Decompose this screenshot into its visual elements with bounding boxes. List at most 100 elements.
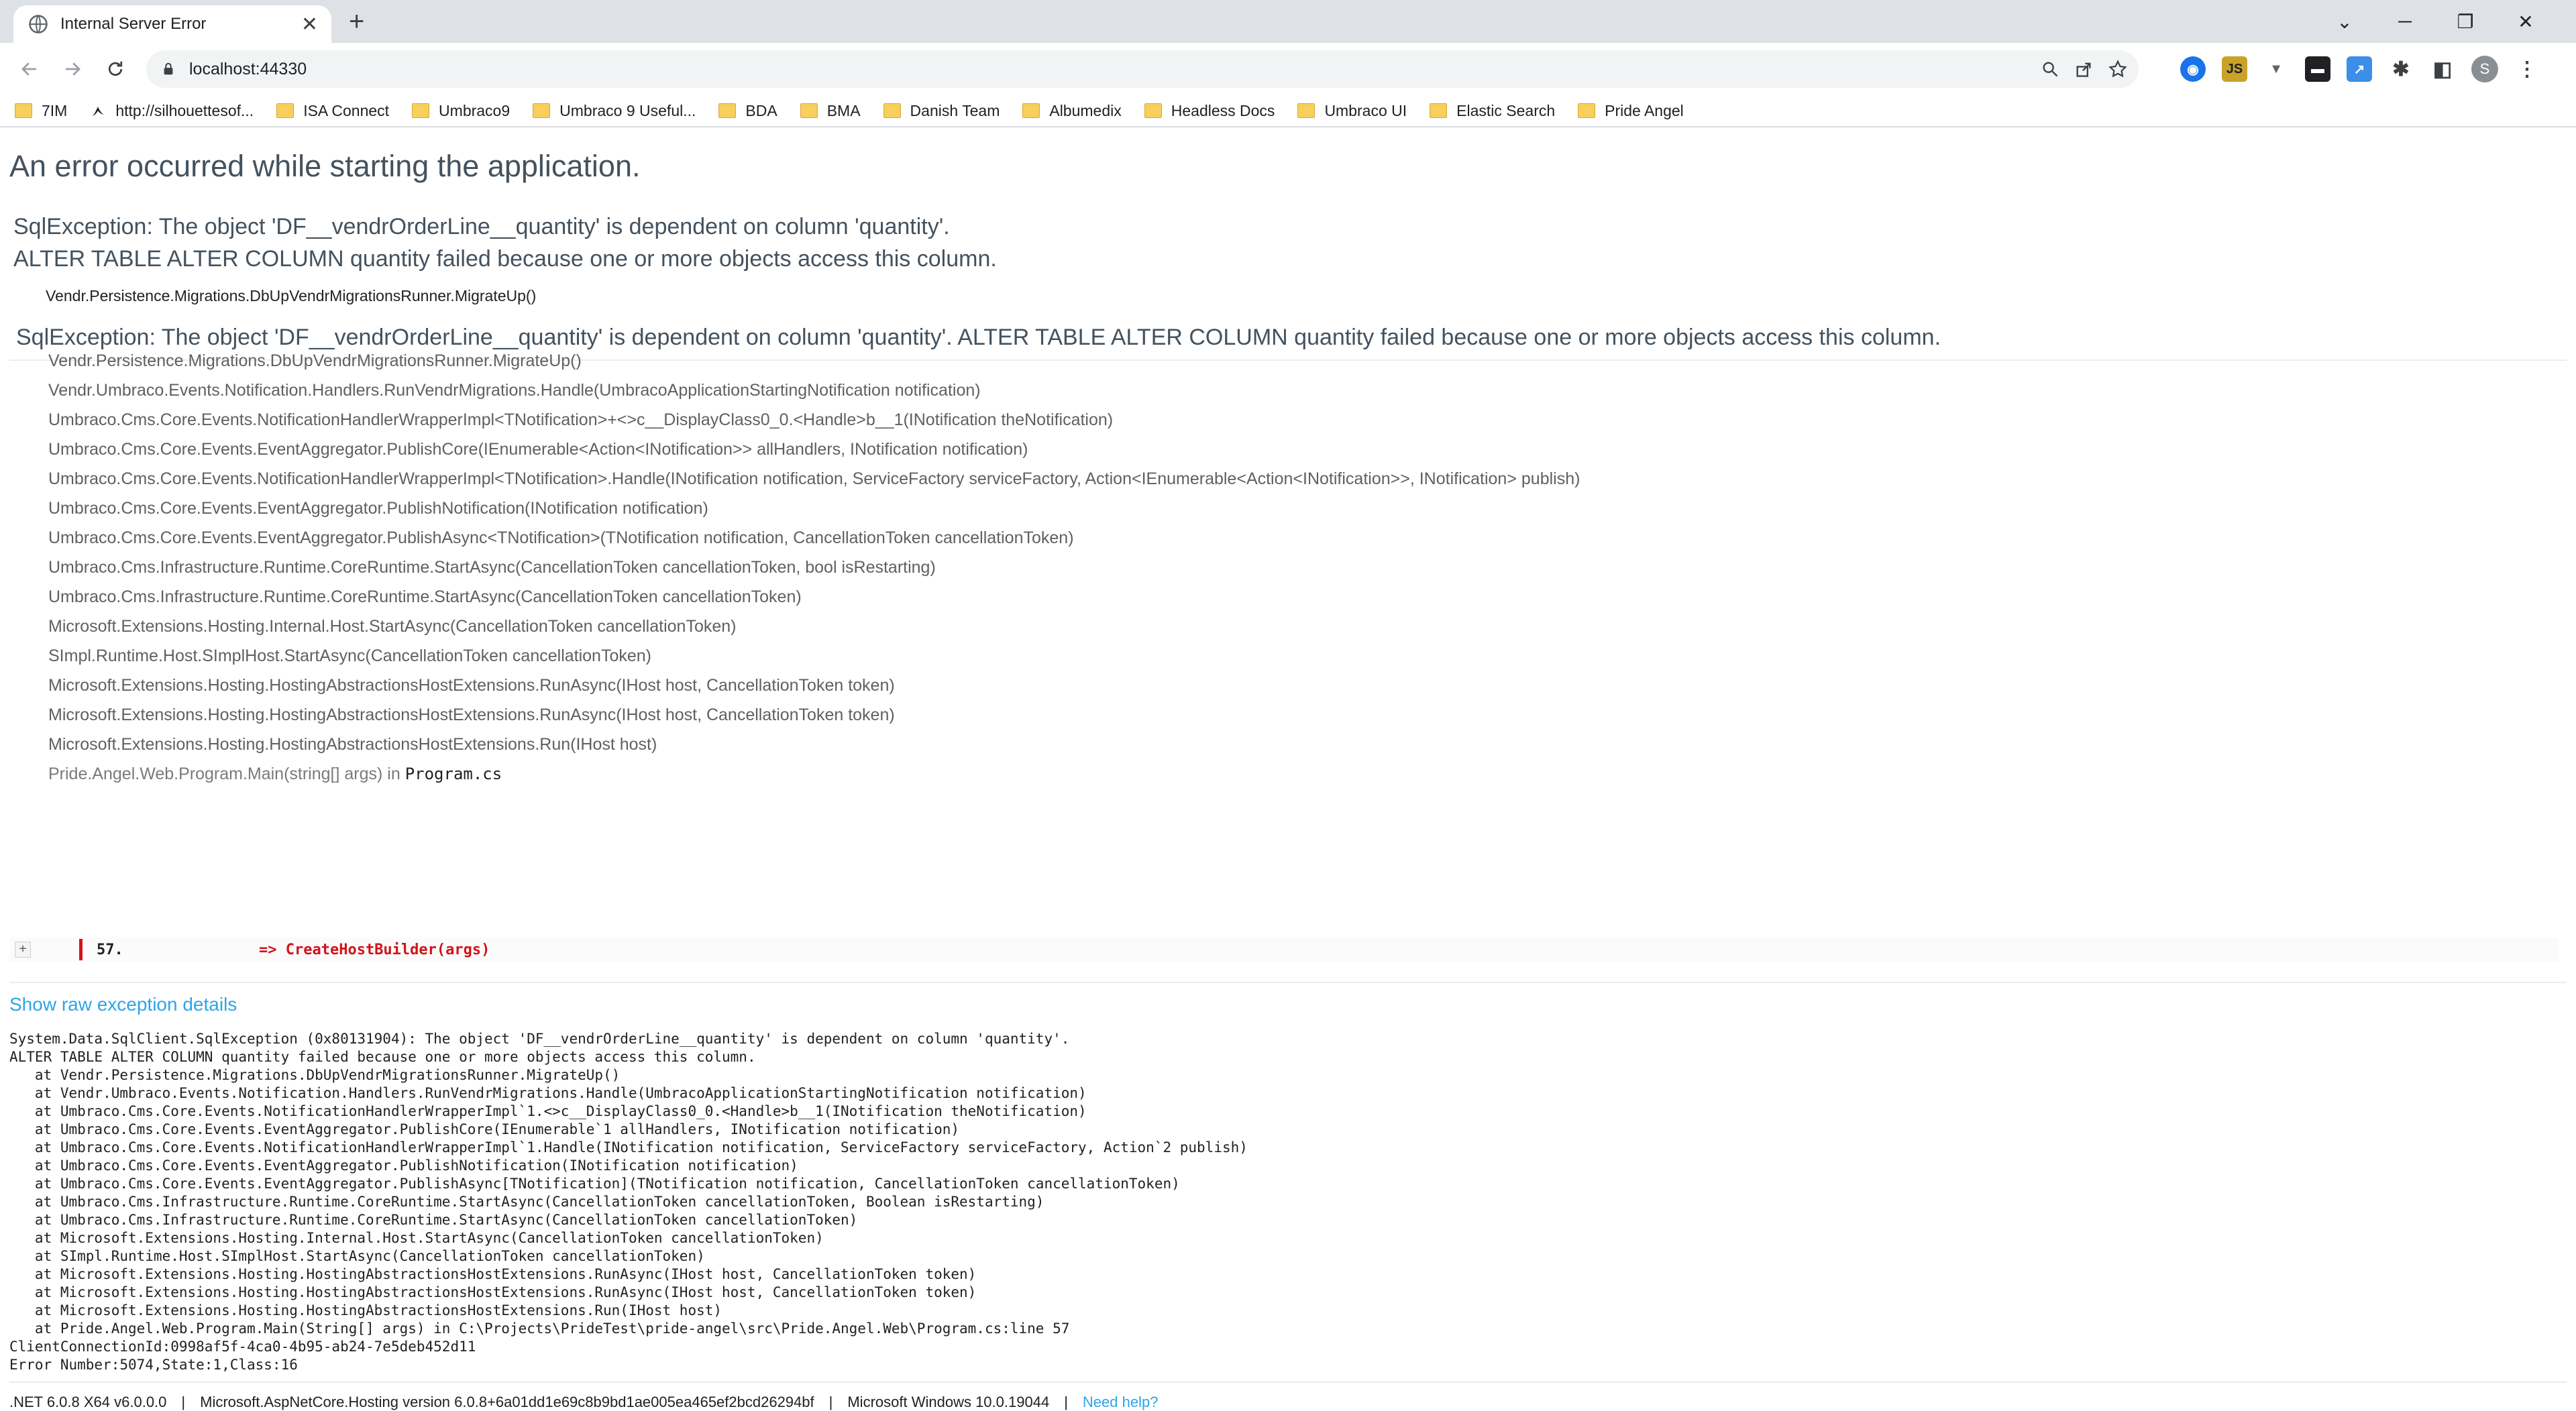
bookmark-label: Umbraco UI bbox=[1324, 101, 1407, 119]
raw-exception-line: at Umbraco.Cms.Infrastructure.Runtime.Co… bbox=[9, 1212, 858, 1228]
exception-message: SqlException: The object 'DF__vendrOrder… bbox=[13, 211, 997, 275]
stack-frame: Umbraco.Cms.Infrastructure.Runtime.CoreR… bbox=[48, 558, 936, 577]
bookmark-label: Umbraco 9 Useful... bbox=[559, 101, 696, 119]
close-tab-icon[interactable]: ✕ bbox=[301, 13, 318, 36]
side-panel-icon[interactable]: ◧ bbox=[2430, 56, 2455, 82]
bookmark-label: Danish Team bbox=[910, 101, 1000, 119]
extensions-row: ◉ JS ▼ ▬ ↗ ✱ ◧ S ⋮ bbox=[2180, 50, 2540, 88]
folder-icon bbox=[800, 103, 818, 118]
folder-icon bbox=[1144, 103, 1162, 118]
url-text[interactable]: localhost:44330 bbox=[189, 60, 307, 79]
minimize-icon[interactable]: ─ bbox=[2375, 0, 2435, 43]
browser-tab[interactable]: Internal Server Error ✕ bbox=[13, 5, 331, 43]
error-line-marker bbox=[79, 939, 83, 960]
stack-frame: Umbraco.Cms.Core.Events.NotificationHand… bbox=[48, 469, 1580, 488]
raw-exception-line: at SImpl.Runtime.Host.SImplHost.StartAsy… bbox=[9, 1248, 705, 1264]
stack-frame: Microsoft.Extensions.Hosting.HostingAbst… bbox=[48, 706, 895, 724]
raw-exception-line: at Umbraco.Cms.Core.Events.EventAggregat… bbox=[9, 1158, 798, 1174]
raw-exception-line: at Vendr.Umbraco.Events.Notification.Han… bbox=[9, 1085, 1087, 1101]
stack-frame: Umbraco.Cms.Core.Events.NotificationHand… bbox=[48, 410, 1114, 429]
stack-frame: Umbraco.Cms.Core.Events.EventAggregator.… bbox=[48, 528, 1074, 547]
zoom-icon[interactable] bbox=[2041, 60, 2059, 78]
tab-strip: Internal Server Error ✕ + ⌄ ─ ❐ ✕ bbox=[0, 0, 2576, 43]
stack-frame: SImpl.Runtime.Host.SImplHost.StartAsync(… bbox=[48, 646, 651, 665]
restore-icon[interactable]: ❐ bbox=[2435, 0, 2496, 43]
tab-title: Internal Server Error bbox=[60, 15, 207, 33]
password-manager-extension-icon[interactable]: ◉ bbox=[2180, 56, 2206, 82]
folder-icon bbox=[1297, 103, 1316, 118]
raw-exception-details: System.Data.SqlClient.SqlException (0x80… bbox=[9, 1030, 1248, 1374]
stack-frame: Vendr.Umbraco.Events.Notification.Handle… bbox=[48, 381, 981, 400]
forward-icon[interactable] bbox=[51, 48, 94, 91]
bookmark-label: ISA Connect bbox=[303, 101, 390, 119]
folder-icon bbox=[883, 103, 901, 118]
bookmark-label: Pride Angel bbox=[1605, 101, 1684, 119]
new-tab-icon[interactable]: + bbox=[349, 8, 364, 35]
back-icon[interactable] bbox=[8, 48, 51, 91]
bookmark-item[interactable]: Umbraco 9 Useful... bbox=[533, 102, 696, 120]
bookmark-label: BDA bbox=[745, 101, 777, 119]
stack-frame: Umbraco.Cms.Core.Events.EventAggregator.… bbox=[48, 440, 1028, 459]
bookmark-item[interactable]: Umbraco9 bbox=[412, 102, 510, 120]
exception-message-line2: ALTER TABLE ALTER COLUMN quantity failed… bbox=[13, 246, 997, 272]
divider bbox=[9, 982, 2567, 983]
web-icon bbox=[92, 107, 105, 116]
exception-location: Vendr.Persistence.Migrations.DbUpVendrMi… bbox=[46, 287, 537, 304]
raw-exception-line: at Vendr.Persistence.Migrations.DbUpVend… bbox=[9, 1067, 621, 1083]
footer-separator: | bbox=[181, 1394, 186, 1410]
bookmarks-bar: 7IM http://silhouettesof... ISA Connect Umb… bbox=[0, 95, 2576, 127]
expand-source-button[interactable]: + bbox=[15, 942, 31, 958]
raw-exception-line: ALTER TABLE ALTER COLUMN quantity failed… bbox=[9, 1049, 756, 1065]
bookmark-item[interactable]: Headless Docs bbox=[1144, 102, 1275, 120]
raw-exception-line: at Pride.Angel.Web.Program.Main(String[]… bbox=[9, 1320, 1070, 1337]
close-window-icon[interactable]: ✕ bbox=[2496, 0, 2556, 43]
tab-search-icon[interactable]: ⌄ bbox=[2314, 0, 2375, 43]
raw-exception-line: ClientConnectionId:0998af5f-4ca0-4b95-ab… bbox=[9, 1339, 476, 1355]
bookmark-star-icon[interactable] bbox=[2108, 59, 2128, 79]
vue-devtools-extension-icon[interactable]: ▼ bbox=[2263, 56, 2289, 82]
folder-icon bbox=[15, 103, 32, 118]
bookmark-item[interactable]: 7IM bbox=[15, 102, 67, 120]
bookmark-item[interactable]: BMA bbox=[800, 102, 861, 120]
chart-extension-icon[interactable]: ↗ bbox=[2347, 56, 2372, 82]
kebab-menu-icon[interactable]: ⋮ bbox=[2514, 56, 2540, 82]
bookmark-label: Headless Docs bbox=[1171, 101, 1275, 119]
lock-icon[interactable] bbox=[161, 62, 176, 76]
raw-exception-line: at Umbraco.Cms.Core.Events.EventAggregat… bbox=[9, 1121, 960, 1137]
bookmark-label: http://silhouettesof... bbox=[115, 101, 254, 119]
folder-icon bbox=[533, 103, 551, 118]
show-raw-exception-link[interactable]: Show raw exception details bbox=[9, 994, 237, 1015]
code-line: => CreateHostBuilder(args) bbox=[259, 942, 490, 958]
bookmark-item[interactable]: ISA Connect bbox=[276, 102, 389, 120]
runtime-footer: .NET 6.0.8 X64 v6.0.0.0 | Microsoft.AspNet… bbox=[9, 1394, 1158, 1411]
bookmark-item[interactable]: Umbraco UI bbox=[1297, 102, 1407, 120]
bookmark-item[interactable]: http://silhouettesof... bbox=[90, 102, 254, 120]
stack-frame-source: Pride.Angel.Web.Program.Main(string[] ar… bbox=[48, 759, 1580, 789]
need-help-link[interactable]: Need help? bbox=[1083, 1394, 1159, 1410]
address-bar[interactable]: localhost:44330 bbox=[146, 50, 2139, 88]
stack-frame: Microsoft.Extensions.Hosting.Internal.Ho… bbox=[48, 617, 737, 636]
folder-icon bbox=[412, 103, 430, 118]
js-extension-icon[interactable]: JS bbox=[2222, 56, 2247, 82]
bookmark-item[interactable]: Danish Team bbox=[883, 102, 1000, 120]
page-title: An error occurred while starting the app… bbox=[9, 149, 641, 183]
raw-exception-line: at Microsoft.Extensions.Hosting.HostingA… bbox=[9, 1266, 977, 1282]
bookmark-label: Albumedix bbox=[1049, 101, 1122, 119]
profile-avatar[interactable]: S bbox=[2471, 56, 2498, 82]
bookmark-item[interactable]: Pride Angel bbox=[1578, 102, 1684, 120]
puzzle-extensions-icon[interactable]: ✱ bbox=[2388, 56, 2414, 82]
raw-exception-line: at Umbraco.Cms.Core.Events.EventAggregat… bbox=[9, 1176, 1180, 1192]
raw-exception-line: at Umbraco.Cms.Infrastructure.Runtime.Co… bbox=[9, 1194, 1044, 1210]
bookmark-item[interactable]: Albumedix bbox=[1022, 101, 1122, 120]
bookmark-label: BMA bbox=[826, 101, 861, 119]
bookmark-item[interactable]: Elastic Search bbox=[1430, 102, 1555, 120]
wallet-extension-icon[interactable]: ▬ bbox=[2305, 56, 2330, 82]
os-version: Microsoft Windows 10.0.19044 bbox=[847, 1394, 1050, 1410]
source-frame-method: Pride.Angel.Web.Program.Main(string[] ar… bbox=[48, 765, 400, 783]
bookmark-label: 7IM bbox=[42, 101, 68, 119]
raw-exception-line: System.Data.SqlClient.SqlException (0x80… bbox=[9, 1031, 1070, 1047]
bookmark-item[interactable]: BDA bbox=[718, 102, 777, 120]
share-icon[interactable] bbox=[2074, 60, 2093, 78]
reload-icon[interactable] bbox=[94, 48, 137, 91]
folder-icon bbox=[1022, 103, 1040, 118]
